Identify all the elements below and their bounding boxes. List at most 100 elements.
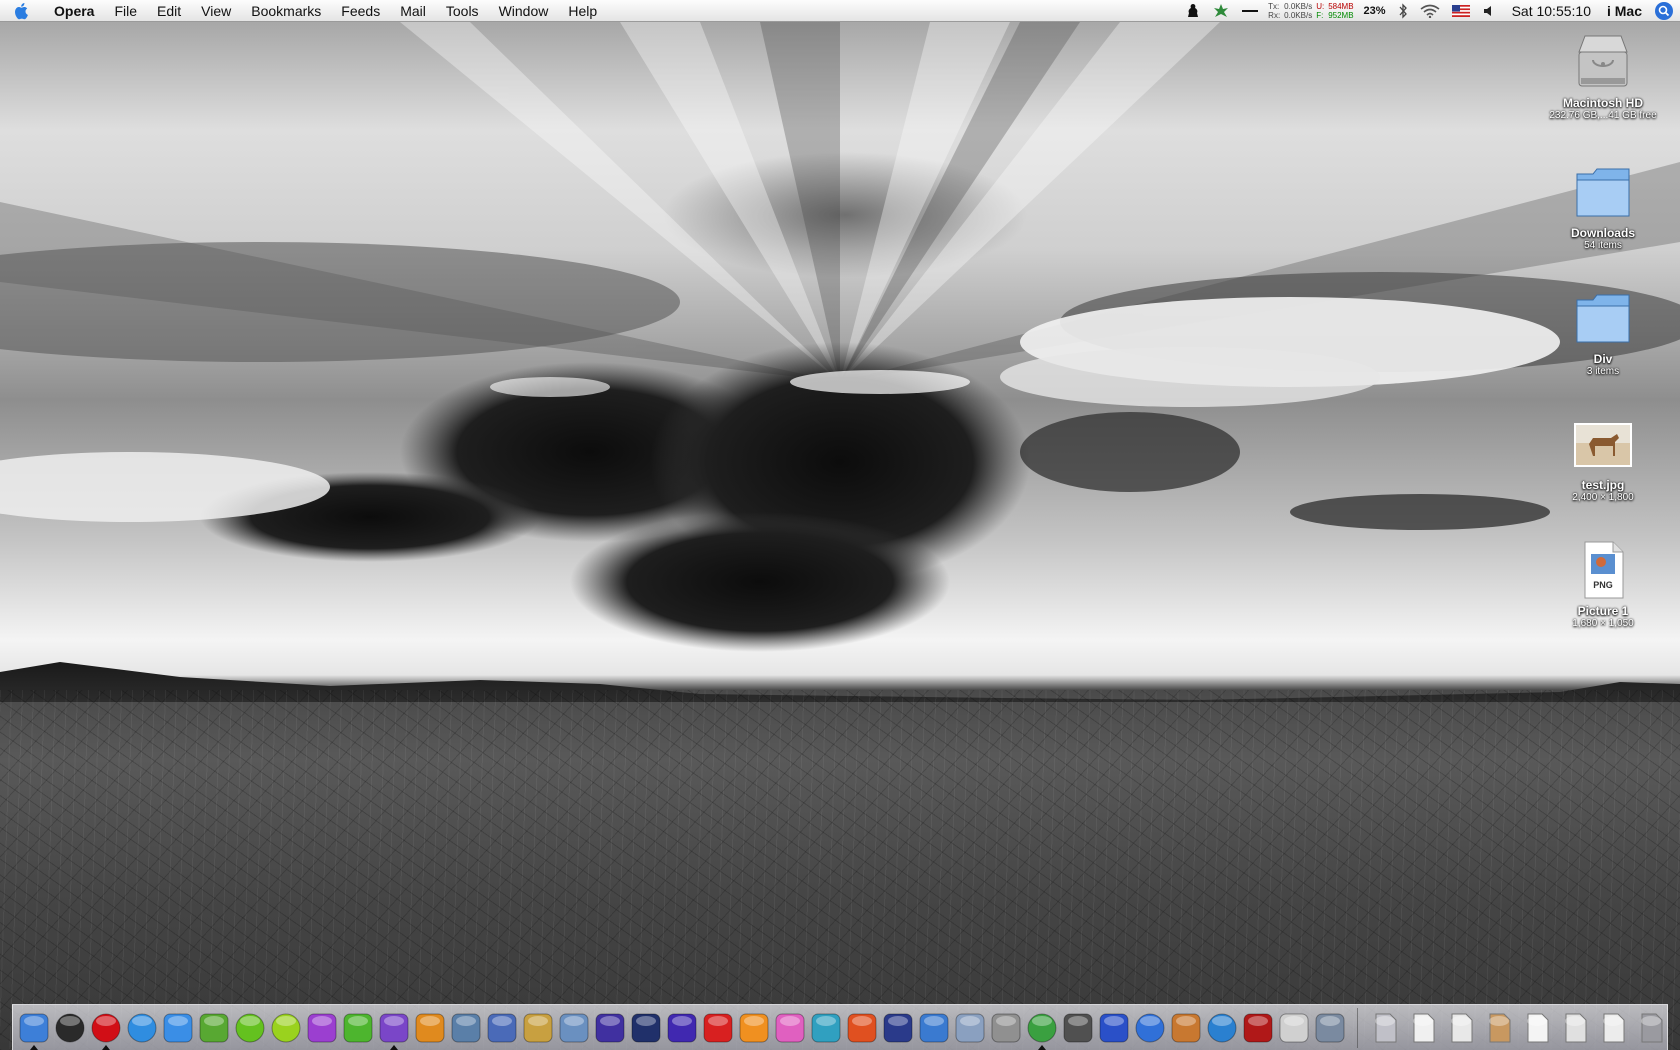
desktop-icon-picture-1[interactable]: PNG Picture 1 1,680 × 1,050 xyxy=(1530,538,1676,629)
bluetooth-icon[interactable] xyxy=(1392,2,1414,19)
menu-tools[interactable]: Tools xyxy=(436,0,489,22)
spotlight-icon[interactable] xyxy=(1648,1,1680,21)
garageband-icon[interactable] xyxy=(1169,1011,1203,1045)
desktop-icon-info: 54 items xyxy=(1584,240,1622,251)
desktop-icon-info: 2,400 × 1,800 xyxy=(1572,492,1634,503)
menu-help[interactable]: Help xyxy=(558,0,607,22)
hammer-icon[interactable] xyxy=(917,1011,951,1045)
word-icon[interactable] xyxy=(377,1011,411,1050)
us-flag-input-icon[interactable] xyxy=(1446,4,1476,17)
folder-icon xyxy=(1571,286,1635,350)
menu-window[interactable]: Window xyxy=(489,0,559,22)
menu-extra-dash-icon[interactable] xyxy=(1236,9,1264,13)
document-stack-icon[interactable] xyxy=(1406,1011,1440,1045)
skype-icon[interactable] xyxy=(233,1011,267,1045)
png-badge: PNG xyxy=(1593,580,1613,590)
mem-used-value: 584MB xyxy=(1328,1,1354,11)
menu-file[interactable]: File xyxy=(104,0,147,22)
desktop-icon-macintosh-hd[interactable]: Macintosh HD 232.76 GB,...41 GB free xyxy=(1530,30,1676,121)
cpu-percent[interactable]: 23% xyxy=(1358,5,1392,17)
wifi-icon[interactable] xyxy=(1414,4,1446,18)
folder-icon xyxy=(1571,160,1635,224)
trash-icon[interactable] xyxy=(1634,1011,1668,1045)
desktop-icon-test-jpg[interactable]: test.jpg 2,400 × 1,800 xyxy=(1530,412,1676,503)
running-indicator xyxy=(102,1044,110,1050)
running-indicator xyxy=(390,1044,398,1050)
hard-drive-icon xyxy=(1571,30,1635,94)
app-green-circle-icon[interactable] xyxy=(269,1011,303,1045)
iphoto-icon[interactable] xyxy=(1061,1011,1095,1045)
volume-icon[interactable] xyxy=(1476,4,1502,18)
mail-stack-icon[interactable] xyxy=(1368,1011,1402,1045)
film-icon[interactable] xyxy=(593,1011,627,1045)
document-stack-icon[interactable] xyxy=(1444,1011,1478,1045)
menu-extra-leaf-icon[interactable] xyxy=(1206,3,1236,19)
mem-used-label: U: xyxy=(1316,1,1325,11)
menu-mail[interactable]: Mail xyxy=(390,0,436,22)
menu-extra-chess-icon[interactable] xyxy=(1180,3,1206,19)
net-rx-label: Rx: xyxy=(1268,10,1281,20)
desktop-icon-downloads[interactable]: Downloads 54 items xyxy=(1530,160,1676,251)
document-stack-icon[interactable] xyxy=(1596,1011,1630,1045)
xcode-icon[interactable] xyxy=(953,1011,987,1045)
brush-icon[interactable] xyxy=(521,1011,555,1045)
opera-icon[interactable] xyxy=(89,1011,123,1050)
pages-icon[interactable] xyxy=(413,1011,447,1045)
finder-icon[interactable] xyxy=(17,1011,51,1050)
menu-feeds[interactable]: Feeds xyxy=(331,0,390,22)
itunes-icon[interactable] xyxy=(1025,1011,1059,1050)
desktop-icon-label: Div xyxy=(1593,352,1613,366)
menu-edit[interactable]: Edit xyxy=(147,0,191,22)
menu-view[interactable]: View xyxy=(191,0,241,22)
photo-app-icon[interactable] xyxy=(665,1011,699,1045)
butterfly-icon[interactable] xyxy=(773,1011,807,1045)
script-editor-icon[interactable] xyxy=(557,1011,591,1045)
ichat-icon[interactable] xyxy=(161,1011,195,1045)
acrobat-icon[interactable] xyxy=(701,1011,735,1045)
system-preferences-icon[interactable] xyxy=(1313,1011,1347,1045)
network-stats[interactable]: Tx: Rx: 0.0KB/s 0.0KB/s U: F: 584MB 952M… xyxy=(1264,2,1357,20)
user-menu[interactable]: i Mac xyxy=(1601,3,1648,19)
desktop-background xyxy=(0,0,1680,1050)
wallpaper-sky xyxy=(0,22,1680,702)
adium-icon[interactable] xyxy=(197,1011,231,1045)
mem-free-label: F: xyxy=(1316,10,1324,20)
phone-stack-icon[interactable] xyxy=(1558,1011,1592,1045)
quicktime-icon[interactable] xyxy=(1205,1011,1239,1045)
idvd-icon[interactable] xyxy=(1133,1011,1167,1045)
dock-apps xyxy=(17,1011,1347,1050)
illustrator-icon[interactable] xyxy=(845,1011,879,1045)
star-icon[interactable] xyxy=(881,1011,915,1045)
dock-documents xyxy=(1368,1011,1668,1045)
document-stack-icon[interactable] xyxy=(1520,1011,1554,1045)
automator-icon[interactable] xyxy=(989,1011,1023,1045)
desktop-icon-info: 1,680 × 1,050 xyxy=(1572,618,1634,629)
dashboard-icon[interactable] xyxy=(53,1011,87,1045)
safari-icon[interactable] xyxy=(125,1011,159,1045)
dreamweaver-icon[interactable] xyxy=(341,1011,375,1045)
snowflake-icon[interactable] xyxy=(629,1011,663,1045)
menu-extras: Tx: Rx: 0.0KB/s 0.0KB/s U: F: 584MB 952M… xyxy=(1180,0,1680,22)
desktop-icon-label: Macintosh HD xyxy=(1562,96,1643,110)
preview-icon[interactable] xyxy=(449,1011,483,1045)
flower-icon[interactable] xyxy=(737,1011,771,1045)
menu-bookmarks[interactable]: Bookmarks xyxy=(241,0,331,22)
menu-bar: Opera File Edit View Bookmarks Feeds Mai… xyxy=(0,0,1680,22)
dock xyxy=(12,1004,1668,1050)
pencil-icon[interactable] xyxy=(485,1011,519,1045)
desktop-icon-label: test.jpg xyxy=(1581,478,1625,492)
feather-icon[interactable] xyxy=(809,1011,843,1045)
box-stack-icon[interactable] xyxy=(1482,1011,1516,1045)
imovie-icon[interactable] xyxy=(1097,1011,1131,1045)
desktop-icon-info: 232.76 GB,...41 GB free xyxy=(1549,110,1657,121)
mem-free-value: 952MB xyxy=(1328,10,1354,20)
app-purple-icon[interactable] xyxy=(305,1011,339,1045)
bootcamp-icon[interactable] xyxy=(1277,1011,1311,1045)
desktop-icon-div[interactable]: Div 3 items xyxy=(1530,286,1676,377)
photobooth-icon[interactable] xyxy=(1241,1011,1275,1045)
png-file-icon: PNG xyxy=(1571,538,1635,602)
running-indicator xyxy=(30,1044,38,1050)
apple-menu-icon[interactable] xyxy=(0,2,44,20)
clock[interactable]: Sat 10:55:10 xyxy=(1502,3,1601,19)
menu-app-opera[interactable]: Opera xyxy=(44,0,104,22)
